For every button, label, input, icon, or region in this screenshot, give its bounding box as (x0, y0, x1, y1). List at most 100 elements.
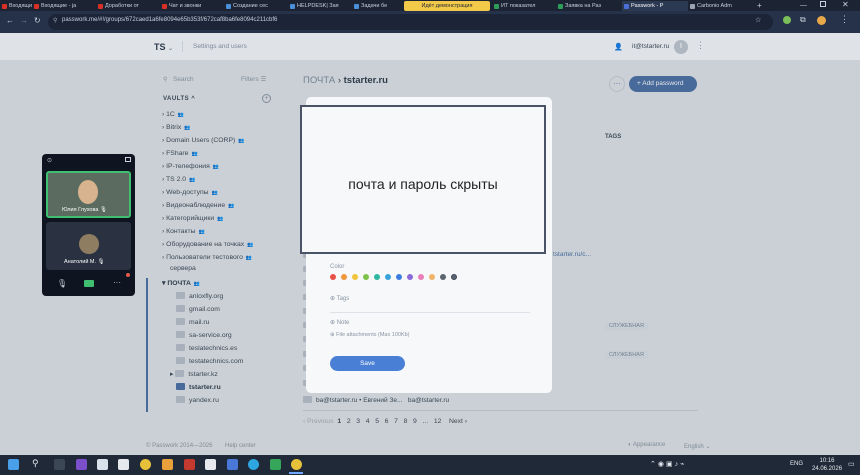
tab-inbox[interactable]: Входящие - ja (0, 1, 32, 11)
bookmark-star-icon[interactable]: ☆ (755, 16, 761, 24)
task-view-icon[interactable] (54, 459, 65, 470)
attachments-field[interactable]: ⊕ File attachments (Max 100Kb) (330, 332, 410, 338)
participant-name-2: Анатолий М. 🎙 (64, 259, 105, 265)
note-label: Note (336, 320, 350, 326)
settings-link[interactable]: Settings and users (193, 43, 247, 50)
tab-helpdesk[interactable]: HELPDESK| Зая (288, 1, 352, 11)
tags-field[interactable]: ⊕ Tags (330, 295, 349, 302)
site-info-icon[interactable]: ⚲ (53, 17, 57, 24)
chrome-icon[interactable] (140, 459, 151, 470)
tab-label: Carbonio Adm (697, 3, 732, 9)
close-window-icon[interactable]: ✕ (842, 0, 849, 9)
mic-icon: 🎙 (97, 259, 105, 265)
participant-label: Анатолий М. (64, 259, 97, 265)
org-name: TS (154, 42, 166, 52)
chrome-active-icon[interactable] (291, 459, 302, 470)
attachments-label: File attachments (Max 100Kb) (336, 332, 410, 338)
tab-label: Входящие - ja (9, 3, 32, 9)
tags-label: Tags (336, 296, 350, 302)
tab-chat[interactable]: Чат и звонки (160, 1, 224, 11)
tab-dorabotki[interactable]: Доработки от (96, 1, 160, 11)
telegram-icon[interactable] (248, 459, 259, 470)
reload-icon[interactable]: ↻ (34, 16, 41, 25)
yandex-icon[interactable] (184, 459, 195, 470)
tab-label: HELPDESK| Зая (297, 3, 339, 9)
remote-icon[interactable] (227, 459, 238, 470)
color-swatch-dark[interactable] (451, 274, 457, 280)
tab-label: Заявка на Раз (565, 3, 602, 9)
maximize-icon[interactable] (820, 1, 826, 7)
tab-label: Passwork - Р (631, 3, 664, 9)
color-swatch-peach[interactable] (429, 274, 435, 280)
color-swatch-sky[interactable] (385, 274, 391, 280)
visual-studio-icon[interactable] (76, 459, 87, 470)
color-swatch-purple[interactable] (407, 274, 413, 280)
save-button[interactable]: Save (330, 356, 405, 371)
tab-label: Входящие - ja (41, 3, 77, 9)
app-green-icon[interactable] (270, 459, 281, 470)
windows-taskbar (0, 455, 860, 475)
clock-date: 24.06.2026 (812, 466, 843, 472)
color-swatch-teal[interactable] (374, 274, 380, 280)
color-swatch-yellow[interactable] (352, 274, 358, 280)
more-menu-icon[interactable]: ⋮ (696, 40, 705, 51)
address-bar-area: ← → ↻ ⚲ passwork.me/#!/groups/672caed1a6… (0, 11, 860, 33)
profile-icon[interactable] (783, 16, 791, 24)
color-swatch-red[interactable] (330, 274, 336, 280)
org-switcher[interactable]: TS ⌄ (154, 42, 173, 52)
tab-label: Задачи бе (361, 3, 388, 9)
extensions-icon[interactable]: ⧉ (800, 15, 806, 25)
notifications-icon[interactable]: ▭ (848, 460, 855, 468)
meet-indicator-icon: ⊙ (47, 158, 53, 164)
divider (330, 312, 530, 313)
participant-name-1: Юлия Глухова 🎙 (62, 207, 107, 213)
tray-icons[interactable]: ⌃◉▣♪⌁ (650, 460, 686, 468)
mic-toggle-icon[interactable]: 🎙 (57, 279, 67, 288)
participant-photo-2 (79, 234, 99, 254)
color-swatch-orange[interactable] (341, 274, 347, 280)
account-avatar-icon[interactable] (817, 16, 826, 25)
user-email: it@tstarter.ru (632, 43, 670, 50)
tab-passwork[interactable]: Passwork - Р (622, 1, 688, 11)
forward-icon[interactable]: → (20, 16, 28, 25)
hidden-notice: почта и пароль скрыты (348, 176, 498, 192)
notepad-icon[interactable] (97, 459, 108, 470)
color-swatch-gray[interactable] (440, 274, 446, 280)
app-icon[interactable] (205, 459, 216, 470)
input-language[interactable]: ENG (790, 461, 803, 467)
explorer-icon[interactable] (162, 459, 173, 470)
tab-it-metrics[interactable]: ИТ показател (492, 1, 556, 11)
user-group-icon: 👤 (614, 44, 623, 51)
tab-request[interactable]: Заявка на Раз (556, 1, 622, 11)
screen-share-tooltip: Идёт демонстрация (404, 1, 490, 11)
browser-menu-icon[interactable]: ⋮ (840, 14, 849, 25)
back-icon[interactable]: ← (6, 16, 14, 25)
new-tab-button[interactable]: + (755, 1, 765, 11)
color-label: Color (330, 264, 345, 270)
note-field[interactable]: ⊕ Note (330, 319, 349, 326)
start-icon[interactable] (8, 459, 19, 470)
participant-label: Юлия Глухова (62, 207, 99, 213)
popout-icon[interactable] (125, 157, 131, 162)
color-swatch-blue[interactable] (396, 274, 402, 280)
tab-tasks[interactable]: Задачи бе (352, 1, 404, 11)
tab-carbonio[interactable]: Carbonio Adm (688, 1, 752, 11)
minimize-icon[interactable]: — (800, 2, 807, 9)
url-text: passwork.me/#!/groups/672caed1a6fe8094e6… (62, 17, 278, 23)
participant-photo-1 (78, 180, 98, 204)
camera-toggle-icon[interactable] (84, 280, 94, 287)
nav-divider (182, 41, 183, 52)
clock[interactable]: 10:16 24.06.2026 (812, 457, 842, 473)
tab-inbox-2[interactable]: Входящие - ja (32, 1, 96, 11)
color-swatch-pink[interactable] (418, 274, 424, 280)
store-icon[interactable] (118, 459, 129, 470)
notification-dot (126, 273, 130, 277)
active-app-indicator (289, 472, 303, 474)
tab-session[interactable]: Создание сес (224, 1, 288, 11)
browser-tab-bar: Входящие - ja Входящие - ja Доработки от… (0, 0, 860, 11)
more-icon[interactable]: ··· (113, 278, 121, 287)
avatar[interactable]: I (674, 40, 688, 54)
color-swatch-green[interactable] (363, 274, 369, 280)
search-icon[interactable]: ⚲ (32, 458, 39, 469)
plus-circle-icon: ⊕ (330, 320, 336, 326)
